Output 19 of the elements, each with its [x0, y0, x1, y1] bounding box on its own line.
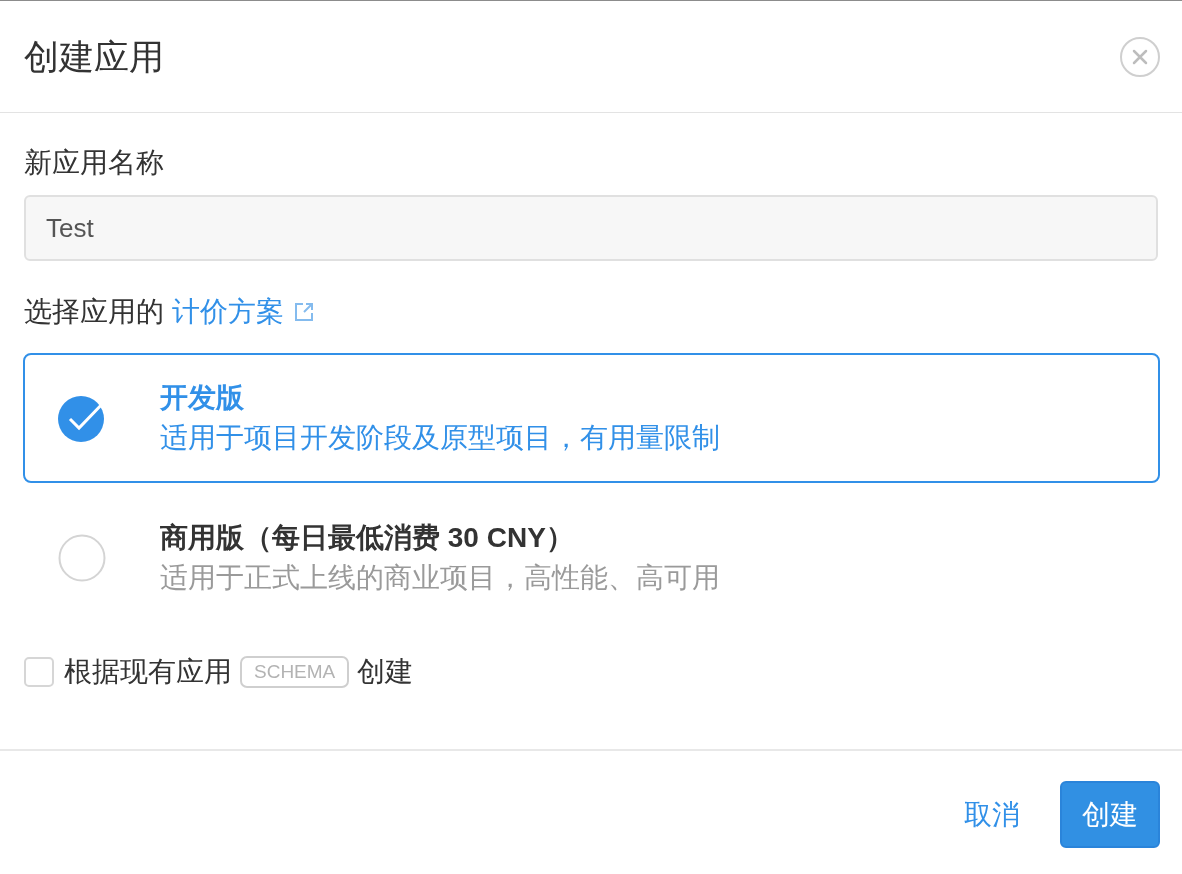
- plan-title: 商用版（每日最低消费 30 CNY）: [160, 521, 575, 555]
- plan-title: 开发版: [160, 381, 245, 415]
- option-label: 根据现有应用: [64, 655, 232, 689]
- plan-prompt: 选择应用的: [24, 295, 164, 329]
- cancel-button[interactable]: 取消: [964, 794, 1020, 835]
- create-button[interactable]: 创建: [1060, 781, 1160, 848]
- app-name-input[interactable]: Test: [24, 195, 1158, 261]
- dialog-title: 创建应用: [24, 35, 164, 78]
- schema-tag: SCHEMA: [240, 656, 350, 688]
- plan-description: 适用于项目开发阶段及原型项目，有用量限制: [160, 421, 720, 455]
- field-label: 新应用名称: [24, 146, 165, 180]
- radio-icon[interactable]: [58, 534, 106, 582]
- checkbox[interactable]: [24, 657, 54, 687]
- plan-card[interactable]: 开发版 适用于项目开发阶段及原型项目，有用量限制: [23, 353, 1160, 483]
- option-label: 创建: [357, 655, 414, 689]
- close-icon[interactable]: [1120, 36, 1160, 77]
- pricing-link[interactable]: 计价方案: [172, 292, 284, 332]
- external-link-icon: [294, 302, 314, 322]
- plan-description: 适用于正式上线的商业项目，高性能、高可用: [160, 561, 720, 595]
